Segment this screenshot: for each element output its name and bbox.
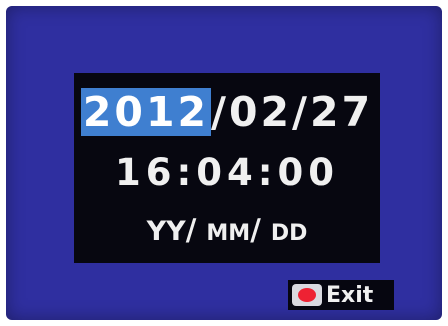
date-format-field[interactable]: YY/ MM/ DD — [74, 213, 380, 247]
device-screen: 2012/02/27 16:04:00 YY/ MM/ DD Exit — [6, 6, 442, 320]
exit-label: Exit — [326, 282, 374, 308]
record-dot-icon — [298, 288, 316, 302]
time-field[interactable]: 16:04:00 — [74, 151, 380, 194]
format-separator: / — [185, 213, 207, 247]
date-time-panel: 2012/02/27 16:04:00 YY/ MM/ DD — [74, 73, 380, 263]
exit-hint[interactable]: Exit — [288, 280, 394, 310]
year-value-selected[interactable]: 2012 — [80, 88, 212, 136]
record-button-icon — [292, 284, 322, 306]
format-mm: MM — [206, 221, 251, 246]
format-dd: DD — [270, 221, 308, 246]
format-separator: / — [250, 213, 271, 247]
date-field[interactable]: 2012/02/27 — [74, 88, 380, 136]
format-yy: YY — [146, 216, 186, 247]
month-day-value[interactable]: /02/27 — [211, 88, 373, 136]
